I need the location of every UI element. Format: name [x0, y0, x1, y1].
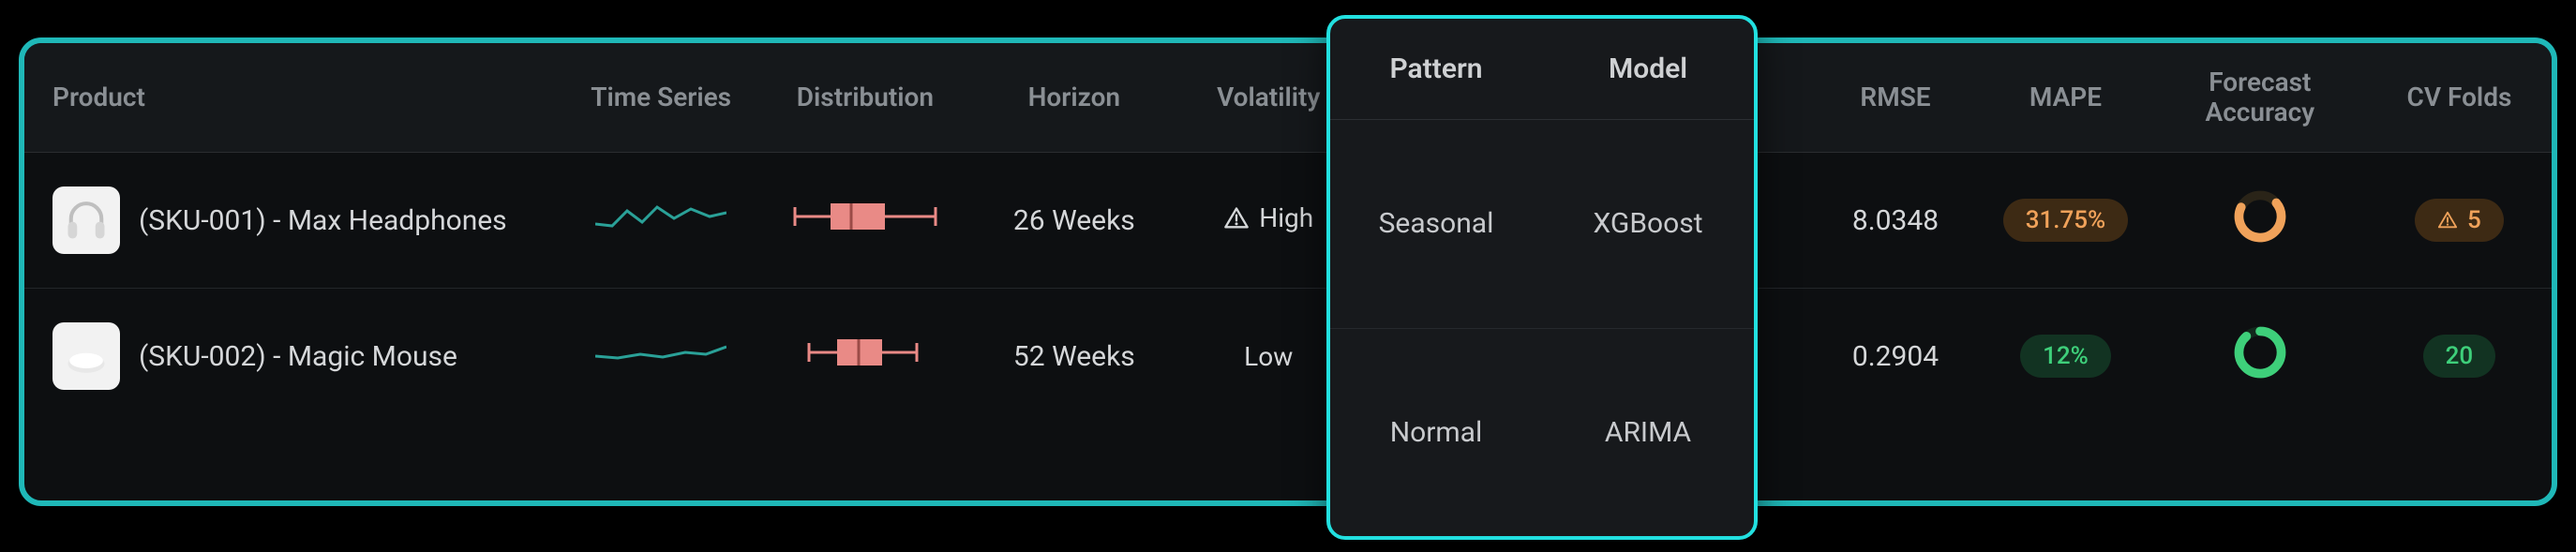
col-accuracy[interactable]: Forecast Accuracy	[2153, 43, 2367, 153]
table-row[interactable]: (SKU-001) - Max Headphones	[24, 153, 2552, 289]
popover-row: Normal ARIMA	[1330, 329, 1754, 537]
forecast-table: Product Time Series Distribution Horizon…	[24, 43, 2552, 424]
col-rmse[interactable]: RMSE	[1813, 43, 1978, 153]
volatility-badge: High	[1223, 202, 1313, 233]
popover-pattern-value: Normal	[1330, 416, 1542, 449]
popover-header: Pattern Model	[1330, 19, 1754, 120]
boxplot	[786, 198, 945, 235]
popover-model-value: ARIMA	[1542, 416, 1754, 449]
product-label: (SKU-001) - Max Headphones	[139, 204, 507, 237]
product-thumbnail	[52, 186, 120, 254]
product-cell: (SKU-001) - Max Headphones	[52, 186, 560, 254]
popover-model-value: XGBoost	[1542, 207, 1754, 240]
warning-icon	[1223, 205, 1250, 231]
sparkline	[595, 334, 726, 371]
col-distribution[interactable]: Distribution	[754, 43, 977, 153]
horizon-value: 52 Weeks	[977, 289, 1171, 425]
col-cv-folds[interactable]: CV Folds	[2367, 43, 2552, 153]
mouse-icon	[62, 332, 111, 380]
col-time-series[interactable]: Time Series	[569, 43, 754, 153]
rmse-value: 0.2904	[1813, 289, 1978, 425]
col-horizon[interactable]: Horizon	[977, 43, 1171, 153]
accuracy-donut	[2233, 325, 2287, 380]
rmse-value: 8.0348	[1813, 153, 1978, 289]
volatility-badge: Low	[1244, 341, 1293, 372]
table-row[interactable]: (SKU-002) - Magic Mouse	[24, 289, 2552, 425]
cv-folds-badge: 5	[2415, 199, 2504, 242]
product-thumbnail	[52, 322, 120, 390]
col-mape[interactable]: MAPE	[1978, 43, 2153, 153]
mape-badge: 12%	[2020, 335, 2111, 378]
product-label: (SKU-002) - Magic Mouse	[139, 340, 457, 373]
accuracy-donut	[2233, 189, 2287, 244]
product-cell: (SKU-002) - Magic Mouse	[52, 322, 560, 390]
col-product[interactable]: Product	[24, 43, 569, 153]
data-table-panel: Product Time Series Distribution Horizon…	[19, 37, 2557, 506]
popover-pattern-value: Seasonal	[1330, 207, 1542, 240]
headphones-icon	[62, 196, 111, 245]
column-highlight-popover[interactable]: Pattern Model Seasonal XGBoost Normal AR…	[1326, 15, 1758, 540]
mape-badge: 31.75%	[2003, 199, 2128, 242]
popover-col-pattern[interactable]: Pattern	[1330, 19, 1542, 119]
popover-row: Seasonal XGBoost	[1330, 120, 1754, 329]
sparkline	[595, 198, 726, 235]
table-header-row: Product Time Series Distribution Horizon…	[24, 43, 2552, 153]
warning-icon	[2437, 210, 2458, 231]
cv-folds-badge: 20	[2423, 335, 2496, 378]
popover-col-model[interactable]: Model	[1542, 19, 1754, 119]
horizon-value: 26 Weeks	[977, 153, 1171, 289]
boxplot	[786, 334, 945, 371]
